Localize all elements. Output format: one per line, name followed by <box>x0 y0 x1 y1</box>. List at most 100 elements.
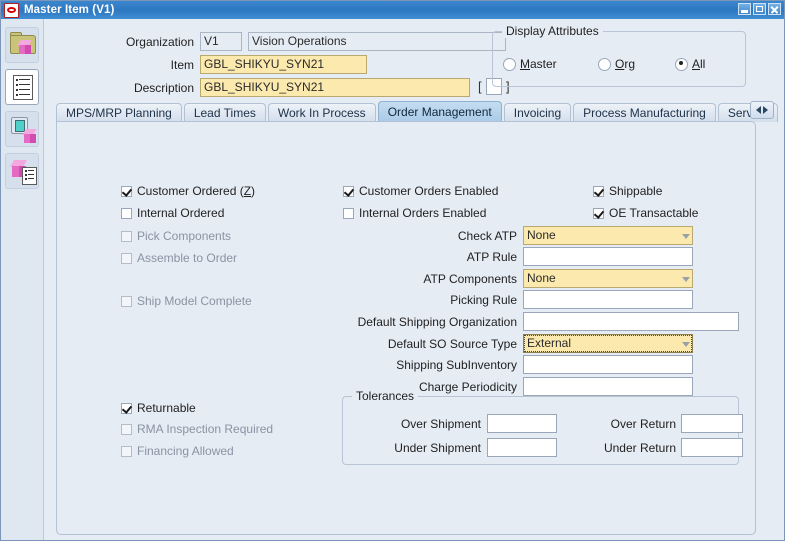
tab-invoicing[interactable]: Invoicing <box>503 103 572 122</box>
tab-lead-times[interactable]: Lead Times <box>183 103 266 122</box>
checkbox-financing-allowed[interactable]: Financing Allowed <box>121 444 234 458</box>
cube-document-button[interactable] <box>5 153 39 189</box>
check-atp-field[interactable]: None <box>523 226 693 245</box>
chevron-left-icon <box>756 106 761 114</box>
organization-code-field[interactable]: V1 <box>200 32 242 51</box>
document-list-button[interactable] <box>5 69 39 105</box>
checkbox-financing-allowed-label: Financing Allowed <box>137 444 234 458</box>
bracket-open: [ <box>478 79 482 94</box>
checkbox-customer-orders-enabled-label: Customer Orders Enabled <box>359 184 499 198</box>
checkbox-shippable-label: Shippable <box>609 184 663 198</box>
checkbox-financing-allowed-box <box>121 445 132 457</box>
radio-org-dot <box>598 57 611 71</box>
over-shipment-field[interactable] <box>487 414 557 433</box>
title-bar[interactable]: Master Item (V1) <box>1 1 784 19</box>
monitor-cube-button[interactable] <box>5 111 39 147</box>
document-list-icon <box>13 75 33 100</box>
shipping-subinventory-label: Shipping SubInventory <box>396 358 517 372</box>
checkbox-returnable-box <box>121 402 132 414</box>
default-shipping-organization-field[interactable] <box>523 312 739 331</box>
close-button[interactable] <box>768 3 781 15</box>
checkbox-internal-orders-enabled-box <box>343 207 354 219</box>
atp-components-field[interactable]: None <box>523 269 693 288</box>
shipping-subinventory-field[interactable] <box>523 355 693 374</box>
over-shipment-label: Over Shipment <box>400 417 481 431</box>
checkbox-pick-components-label: Pick Components <box>137 229 232 243</box>
organization-name-field[interactable]: Vision Operations <box>248 32 506 51</box>
checkbox-returnable-label: Returnable <box>137 401 196 415</box>
chevron-right-icon <box>763 106 768 114</box>
tab-mps-mrp-planning[interactable]: MPS/MRP Planning <box>56 103 182 122</box>
tab-order-management[interactable]: Order Management <box>377 101 502 122</box>
under-return-field[interactable] <box>681 438 743 457</box>
charge-periodicity-field[interactable] <box>523 377 693 396</box>
checkbox-ship-model-complete-box <box>121 295 132 307</box>
default-so-source-type-label: Default SO Source Type <box>387 337 517 351</box>
window-controls <box>738 3 781 15</box>
checkbox-internal-ordered[interactable]: Internal Ordered <box>121 206 224 220</box>
item-field[interactable]: GBL_SHIKYU_SYN21 <box>200 55 367 74</box>
checkbox-returnable[interactable]: Returnable <box>121 401 196 415</box>
tolerances-title: Tolerances <box>352 389 419 403</box>
organization-label: Organization <box>125 35 194 49</box>
checkbox-pick-components-box <box>121 230 132 242</box>
radio-org-label: Org <box>615 57 636 71</box>
checkbox-oe-transactable-label: OE Transactable <box>609 206 699 220</box>
checkbox-customer-ordered-label: Customer Ordered (Z) <box>137 184 256 198</box>
checkbox-ship-model-complete[interactable]: Ship Model Complete <box>121 294 252 308</box>
client-area: Organization V1 Vision Operations Item G… <box>44 19 784 540</box>
tolerances-group: Tolerances Over Shipment Over Return Und… <box>342 389 743 465</box>
over-return-label: Over Return <box>610 417 676 431</box>
radio-org[interactable]: Org <box>598 57 635 71</box>
description-label: Description <box>133 81 194 95</box>
under-return-label: Under Return <box>603 441 676 455</box>
over-return-field[interactable] <box>681 414 743 433</box>
order-management-panel: Customer Ordered (Z) Internal Ordered Pi… <box>56 121 756 535</box>
description-field[interactable]: GBL_SHIKYU_SYN21 <box>200 78 470 97</box>
display-attributes-group: Display Attributes Master Org All <box>492 24 746 87</box>
checkbox-pick-components[interactable]: Pick Components <box>121 229 231 243</box>
checkbox-shippable[interactable]: Shippable <box>593 184 662 198</box>
picking-rule-label: Picking Rule <box>450 293 517 307</box>
checkbox-rma-inspection-required-box <box>121 423 132 435</box>
checkbox-customer-ordered-box <box>121 185 132 197</box>
radio-master-label: Master <box>520 57 557 71</box>
checkbox-customer-orders-enabled[interactable]: Customer Orders Enabled <box>343 184 498 198</box>
master-item-window: Master Item (V1) Organization V1 Vision … <box>0 0 785 541</box>
checkbox-ship-model-complete-label: Ship Model Complete <box>137 294 252 308</box>
default-so-source-type-field[interactable]: External <box>523 334 693 353</box>
chevron-down-icon <box>682 276 690 282</box>
checkbox-assemble-to-order-box <box>121 252 132 264</box>
checkbox-rma-inspection-required[interactable]: RMA Inspection Required <box>121 422 273 436</box>
tab-process-manufacturing[interactable]: Process Manufacturing <box>573 103 716 122</box>
radio-all[interactable]: All <box>675 57 705 71</box>
checkbox-assemble-to-order-label: Assemble to Order <box>137 251 238 265</box>
minimize-button[interactable] <box>738 3 751 15</box>
tab-scroll-button[interactable] <box>750 101 774 119</box>
item-header-region: Organization V1 Vision Operations Item G… <box>44 19 784 101</box>
checkbox-assemble-to-order[interactable]: Assemble to Order <box>121 251 237 265</box>
maximize-button[interactable] <box>753 3 766 15</box>
atp-rule-field[interactable] <box>523 247 693 266</box>
checkbox-internal-ordered-label: Internal Ordered <box>137 206 225 220</box>
checkbox-shippable-box <box>593 185 604 197</box>
checkbox-customer-orders-enabled-box <box>343 185 354 197</box>
checkbox-oe-transactable[interactable]: OE Transactable <box>593 206 698 220</box>
radio-all-dot <box>675 57 688 71</box>
left-toolbar <box>1 19 44 540</box>
tab-strip: MPS/MRP Planning Lead Times Work In Proc… <box>56 101 778 122</box>
under-shipment-field[interactable] <box>487 438 557 457</box>
picking-rule-field[interactable] <box>523 290 693 309</box>
checkbox-customer-ordered[interactable]: Customer Ordered (Z) <box>121 184 255 198</box>
check-atp-label: Check ATP <box>457 229 517 243</box>
radio-all-label: All <box>692 57 706 71</box>
atp-rule-label: ATP Rule <box>466 250 517 264</box>
checkbox-internal-ordered-box <box>121 207 132 219</box>
radio-master[interactable]: Master <box>503 57 557 71</box>
under-shipment-label: Under Shipment <box>394 441 481 455</box>
folder-cube-button[interactable] <box>5 27 39 63</box>
tab-work-in-process[interactable]: Work In Process <box>267 103 376 122</box>
checkbox-internal-orders-enabled[interactable]: Internal Orders Enabled <box>343 206 486 220</box>
chevron-down-icon <box>682 341 690 347</box>
chevron-down-icon <box>682 233 690 239</box>
